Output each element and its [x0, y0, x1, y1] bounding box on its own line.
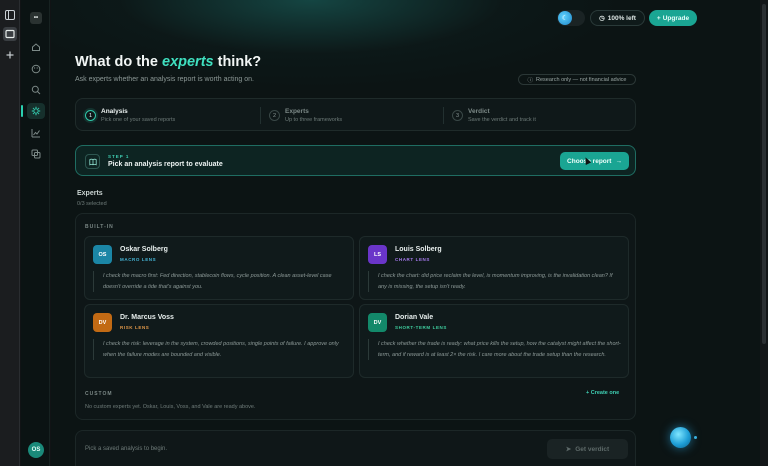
- expert-quote: I check the macro first: Fed direction, …: [93, 271, 347, 292]
- home-icon[interactable]: [27, 39, 45, 55]
- step-experts[interactable]: 2 Experts Up to three frameworks: [269, 99, 342, 132]
- upgrade-label: Upgrade: [662, 14, 690, 22]
- moon-icon: ☾: [558, 11, 572, 25]
- custom-label: CUSTOM: [85, 391, 113, 397]
- experts-count: 0/3 selected: [77, 201, 107, 207]
- disclaimer-badge: ⓘ Research only — not financial advice: [518, 74, 636, 85]
- step-verdict[interactable]: 3 Verdict Save the verdict and track it: [452, 99, 536, 132]
- upgrade-button[interactable]: + Upgrade: [649, 10, 697, 26]
- disclaimer-text: Research only — not financial advice: [536, 76, 627, 83]
- arrow-right-icon: →: [615, 157, 622, 165]
- pick-report-card: STEP 1 Pick an analysis report to evalua…: [75, 145, 636, 176]
- step-desc: Save the verdict and track it: [468, 117, 536, 123]
- browser-strip: [0, 0, 20, 466]
- expert-quote: I check whether the trade is ready: what…: [368, 339, 622, 360]
- expert-card-oskar[interactable]: OS Oskar Solberg MACRO LENS I check the …: [84, 236, 354, 300]
- builtin-label: BUILT-IN: [85, 224, 114, 230]
- pick-label: Pick an analysis report to evaluate: [108, 161, 223, 168]
- step-divider: [260, 107, 261, 124]
- step-title: Verdict: [468, 108, 490, 115]
- send-icon: ➤: [565, 446, 572, 453]
- plus-icon[interactable]: [3, 48, 17, 62]
- copy-icon[interactable]: [27, 146, 45, 162]
- expert-avatar: DV: [368, 313, 387, 332]
- expert-quote: I check the chart: did price reclaim the…: [368, 271, 622, 292]
- usage-text: 100% left: [607, 14, 636, 22]
- expert-name: Dorian Vale: [395, 314, 434, 321]
- page-title: What do the experts think?: [75, 54, 261, 70]
- expert-name: Dr. Marcus Voss: [120, 314, 174, 321]
- choose-report-button[interactable]: Choose report →: [560, 152, 629, 170]
- app-logo[interactable]: ••: [30, 12, 42, 24]
- page-subtitle: Ask experts whether an analysis report i…: [75, 76, 254, 83]
- bottom-hint: Pick a saved analysis to begin.: [85, 446, 168, 452]
- book-icon: [85, 154, 100, 169]
- step-number: 3: [452, 110, 463, 121]
- title-suffix: think?: [213, 54, 262, 70]
- create-expert-link[interactable]: + Create one: [586, 390, 619, 396]
- step-title: Experts: [285, 108, 309, 115]
- expert-role: MACRO LENS: [120, 257, 157, 262]
- step-desc: Pick one of your saved reports: [101, 117, 176, 123]
- status-dot: [694, 436, 697, 439]
- theme-toggle[interactable]: ☾: [557, 10, 585, 26]
- tab-icon[interactable]: [3, 27, 17, 41]
- info-icon: ⓘ: [527, 77, 533, 84]
- bottom-action-bar: Pick a saved analysis to begin. ➤ Get ve…: [75, 430, 636, 466]
- expert-avatar: LS: [368, 245, 387, 264]
- step-desc: Up to three frameworks: [285, 117, 343, 123]
- title-accent: experts: [162, 54, 214, 70]
- avatar[interactable]: OS: [28, 442, 44, 458]
- expert-role: CHART LENS: [395, 257, 430, 262]
- get-verdict-label: Get verdict: [575, 445, 610, 453]
- get-verdict-button[interactable]: ➤ Get verdict: [547, 439, 628, 459]
- expert-role: RISK LENS: [120, 325, 150, 330]
- scrollbar-thumb[interactable]: [762, 4, 766, 344]
- expert-name: Oskar Solberg: [120, 246, 168, 253]
- expert-avatar: OS: [93, 245, 112, 264]
- expert-role: SHORT-TERM LENS: [395, 325, 448, 330]
- step-title: Analysis: [101, 108, 128, 115]
- scale-icon[interactable]: [21, 103, 45, 119]
- clock-icon: ◷: [599, 15, 605, 22]
- stepper: 1 Analysis Pick one of your saved report…: [75, 98, 636, 131]
- search-icon[interactable]: [27, 82, 45, 98]
- step-label: STEP 1: [108, 154, 130, 159]
- experts-heading: Experts: [77, 190, 103, 197]
- custom-empty-text: No custom experts yet. Oskar, Louis, Vos…: [85, 404, 256, 410]
- sidebar-panel-icon[interactable]: [3, 8, 17, 22]
- step-number: 2: [269, 110, 280, 121]
- plus-icon: +: [656, 14, 661, 22]
- expert-card-voss[interactable]: DV Dr. Marcus Voss RISK LENS I check the…: [84, 304, 354, 378]
- assistant-orb-icon[interactable]: [670, 427, 691, 448]
- expert-name: Louis Solberg: [395, 246, 442, 253]
- app-sidebar: •• OS: [21, 0, 50, 466]
- step-number: 1: [85, 110, 96, 121]
- step-divider: [443, 107, 444, 124]
- app-window: •• OS ☾ ◷ 100% left + Upgrade What do th…: [0, 0, 768, 466]
- expert-avatar: DV: [93, 313, 112, 332]
- expert-card-louis[interactable]: LS Louis Solberg CHART LENS I check the …: [359, 236, 629, 300]
- title-prefix: What do the: [75, 54, 162, 70]
- palette-icon[interactable]: [27, 61, 45, 77]
- expert-card-vale[interactable]: DV Dorian Vale SHORT-TERM LENS I check w…: [359, 304, 629, 378]
- step-analysis[interactable]: 1 Analysis Pick one of your saved report…: [85, 99, 175, 132]
- experts-panel: BUILT-IN OS Oskar Solberg MACRO LENS I c…: [75, 213, 636, 420]
- expert-quote: I check the risk: leverage in the system…: [93, 339, 347, 360]
- chart-icon[interactable]: [27, 125, 45, 141]
- usage-pill[interactable]: ◷ 100% left: [590, 10, 645, 26]
